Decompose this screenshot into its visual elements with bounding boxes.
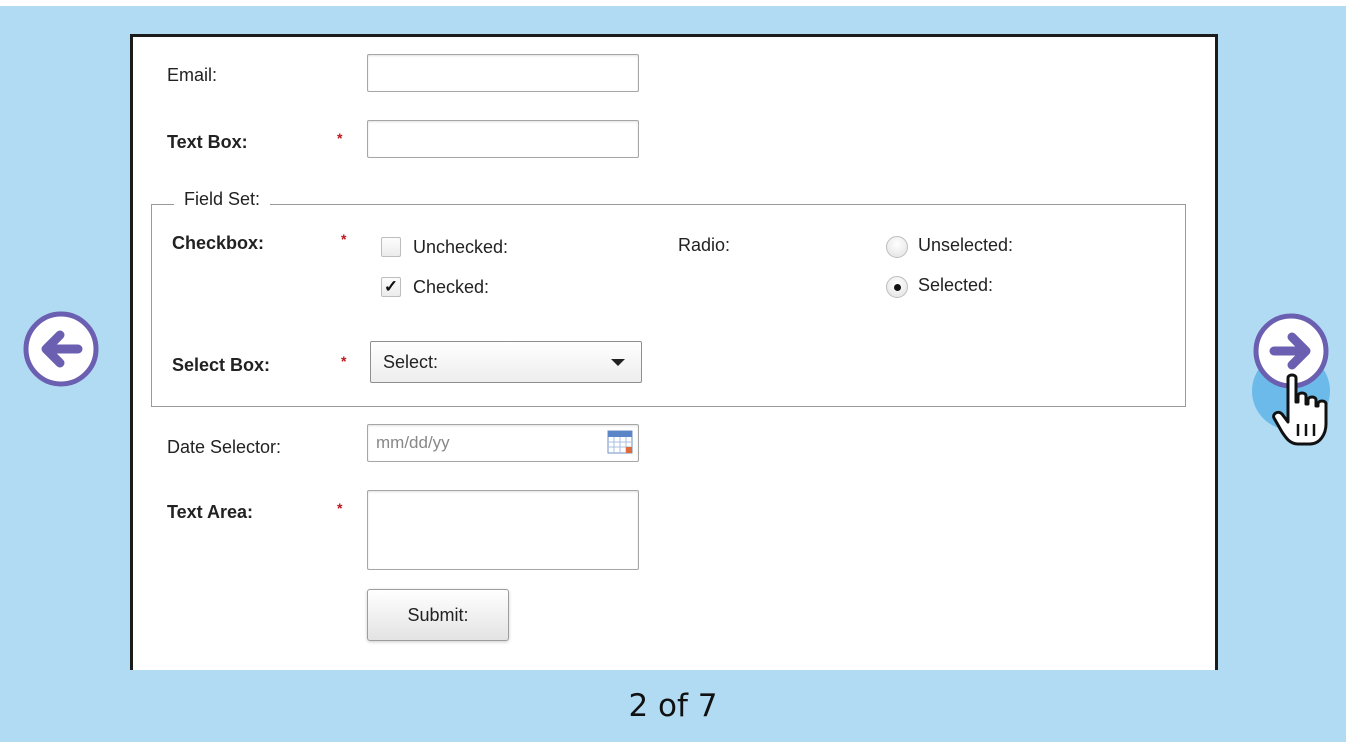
select-value: Select: bbox=[383, 352, 439, 372]
hand-cursor-icon bbox=[1272, 373, 1328, 446]
selected-label: Selected: bbox=[918, 275, 994, 295]
selected-radio[interactable] bbox=[886, 276, 908, 298]
date-field bbox=[367, 424, 639, 462]
previous-arrow-icon[interactable] bbox=[22, 310, 100, 388]
unselected-label: Unselected: bbox=[918, 235, 1014, 255]
select-box-label: Select Box: bbox=[172, 355, 271, 375]
checked-checkbox[interactable]: ✓ bbox=[381, 277, 401, 297]
top-border bbox=[0, 0, 1346, 6]
page-indicator: 2 of 7 bbox=[628, 688, 718, 724]
unchecked-checkbox[interactable] bbox=[381, 237, 401, 257]
checkbox-label: Checkbox: bbox=[172, 233, 265, 253]
email-input[interactable] bbox=[367, 54, 639, 92]
required-mark: * bbox=[337, 500, 343, 516]
text-box-input[interactable] bbox=[367, 120, 639, 158]
chevron-down-icon bbox=[611, 359, 625, 366]
required-mark: * bbox=[341, 231, 347, 247]
submit-button[interactable]: Submit: bbox=[367, 589, 509, 641]
checked-label: Checked: bbox=[413, 277, 490, 297]
radio-label: Radio: bbox=[678, 235, 731, 255]
text-area-label: Text Area: bbox=[167, 502, 254, 522]
date-selector-label: Date Selector: bbox=[167, 437, 282, 457]
text-box-label: Text Box: bbox=[167, 132, 248, 152]
unchecked-label: Unchecked: bbox=[413, 237, 509, 257]
email-label: Email: bbox=[167, 65, 218, 85]
select-dropdown[interactable]: Select: bbox=[370, 341, 642, 383]
required-mark: * bbox=[337, 130, 343, 146]
calendar-icon[interactable] bbox=[607, 430, 633, 454]
unselected-radio[interactable] bbox=[886, 236, 908, 258]
required-mark: * bbox=[341, 353, 347, 369]
text-area-input[interactable] bbox=[367, 490, 639, 570]
form-panel: Email: Text Box: * Field Set: Checkbox: … bbox=[130, 34, 1218, 670]
field-set: Field Set: Checkbox: * Unchecked: ✓ Chec… bbox=[151, 189, 1186, 407]
date-input[interactable] bbox=[367, 424, 639, 462]
field-set-legend: Field Set: bbox=[174, 189, 271, 210]
